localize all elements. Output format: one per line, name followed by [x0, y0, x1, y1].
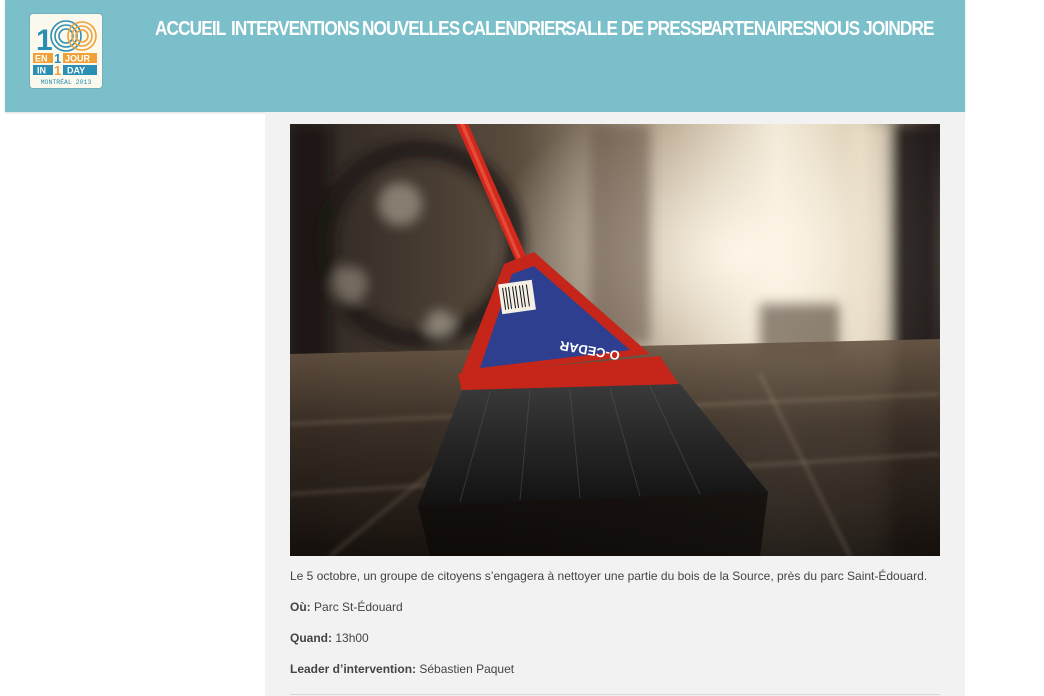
content-divider	[290, 694, 940, 695]
article-description: Le 5 octobre, un groupe de citoyens s’en…	[290, 569, 928, 583]
detail-when: Quand: 13h00	[290, 631, 940, 646]
site-logo[interactable]: 1 EN 1 JOUR IN 1 DAY MONTRÉAL 2013	[30, 14, 102, 88]
logo-digit-1: 1	[36, 24, 53, 57]
broom-photo-graphic: O-CEDAR	[290, 124, 940, 556]
nav-item-nous-joindre[interactable]: NOUS JOINDRE	[813, 14, 934, 45]
article-details: Le 5 octobre, un groupe de citoyens s’en…	[290, 569, 940, 693]
nav-item-accueil[interactable]: ACCUEIL	[155, 14, 226, 45]
article-photo: O-CEDAR	[290, 124, 940, 556]
svg-text:MONTRÉAL 2013: MONTRÉAL 2013	[41, 78, 92, 86]
nav-item-partenaires[interactable]: PARTENAIRES	[701, 14, 814, 45]
when-label: Quand:	[290, 631, 332, 645]
leader-value: Sébastien Paquet	[419, 662, 515, 676]
nav-item-calendrier[interactable]: CALENDRIER	[462, 14, 567, 45]
svg-text:DAY: DAY	[67, 66, 85, 76]
main-content: O-CEDAR Le 5 octobre, un groupe de citoy…	[265, 112, 965, 696]
where-value: Parc St-Édouard	[314, 600, 403, 614]
when-value: 13h00	[335, 631, 369, 645]
svg-text:IN: IN	[37, 66, 46, 76]
nav-item-salle-de-presse[interactable]: SALLE DE PRESSE	[565, 14, 713, 45]
svg-text:1: 1	[54, 63, 61, 78]
leader-label: Leader d’intervention:	[290, 662, 417, 676]
main-nav: ACCUEIL INTERVENTIONS NOUVELLES CALENDRI…	[155, 14, 934, 45]
site-header: 1 EN 1 JOUR IN 1 DAY MONTRÉAL 2013 ACCUE…	[5, 0, 965, 112]
svg-text:EN: EN	[35, 54, 48, 64]
where-label: Où:	[290, 600, 311, 614]
detail-leader: Leader d’intervention: Sébastien Paquet	[290, 662, 940, 677]
logo-graphic: 1 EN 1 JOUR IN 1 DAY MONTRÉAL 2013	[33, 20, 97, 86]
nav-item-interventions[interactable]: INTERVENTIONS	[231, 14, 360, 45]
svg-text:JOUR: JOUR	[65, 54, 91, 64]
nav-item-nouvelles[interactable]: NOUVELLES	[362, 14, 460, 45]
detail-where: Où: Parc St-Édouard	[290, 600, 940, 615]
